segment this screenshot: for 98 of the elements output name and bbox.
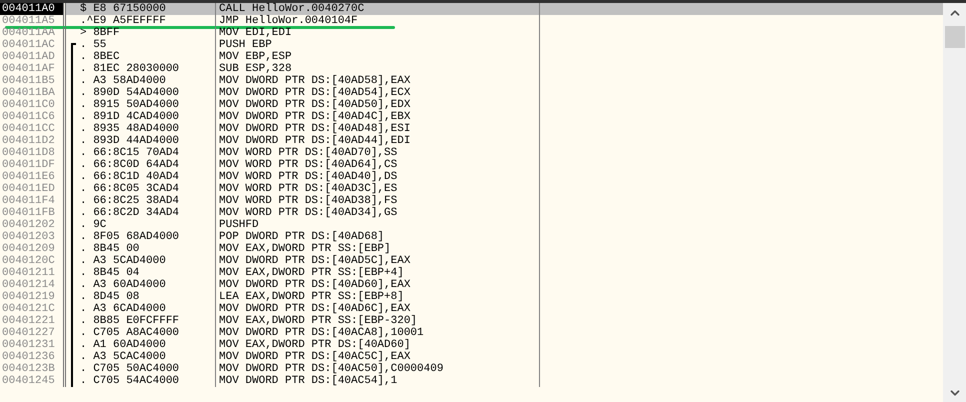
hex-cell: . 66:8C2D 34AD4 <box>80 207 180 219</box>
instruction-cell: MOV DWORD PTR DS:[40AD60],EAX <box>219 279 410 291</box>
hex-cell: . C705 A8AC4000 <box>80 327 180 339</box>
instruction-cell: MOV EAX,DWORD PTR DS:[40AD60] <box>219 339 410 351</box>
address-cell[interactable]: 004011C6 <box>0 111 63 123</box>
instruction-cell: MOV EAX,DWORD PTR SS:[EBP] <box>219 243 391 255</box>
hex-cell: . A3 5CAD4000 <box>80 255 166 267</box>
hex-cell: . 891D 4CAD4000 <box>80 111 180 123</box>
hex-cell: . 8F05 68AD4000 <box>80 231 180 243</box>
instruction-cell: CALL HelloWor.0040270C <box>219 3 364 15</box>
address-cell[interactable]: 0040123B <box>0 363 63 375</box>
address-cell[interactable]: 00401227 <box>0 327 63 339</box>
instruction-cell: MOV EDI,EDI <box>219 27 292 39</box>
hex-cell: . A3 58AD4000 <box>80 75 166 87</box>
instruction-cell: MOV DWORD PTR DS:[40AD5C],EAX <box>219 255 410 267</box>
instruction-cell: JMP HelloWor.0040104F <box>219 15 358 27</box>
address-cell[interactable]: 004011F4 <box>0 195 63 207</box>
address-cell[interactable]: 004011BA <box>0 87 63 99</box>
hex-cell: . 66:8C25 38AD4 <box>80 195 180 207</box>
instruction-cell: MOV DWORD PTR DS:[40AC50],C0000409 <box>219 363 444 375</box>
address-cell[interactable]: 00401211 <box>0 267 63 279</box>
address-cell[interactable]: 004011C0 <box>0 99 63 111</box>
address-cell[interactable]: 004011AD <box>0 51 63 63</box>
hex-cell: . 8BEC <box>80 51 120 63</box>
hex-cell: . 893D 44AD4000 <box>80 135 180 147</box>
address-cell[interactable]: 00401236 <box>0 351 63 363</box>
hex-cell: . 55 <box>80 39 106 51</box>
instruction-cell: PUSHFD <box>219 219 259 231</box>
instruction-cell: MOV EBP,ESP <box>219 51 292 63</box>
hex-cell: . 890D 54AD4000 <box>80 87 180 99</box>
address-cell[interactable]: 004011D2 <box>0 135 63 147</box>
address-cell[interactable]: 004011AA <box>0 27 63 39</box>
instruction-cell: MOV DWORD PTR DS:[40AD4C],EBX <box>219 111 410 123</box>
hex-cell: .^E9 A5FEFFFF <box>80 15 166 27</box>
hex-cell: . 66:8C1D 40AD4 <box>80 171 180 183</box>
hex-cell: . 8B45 00 <box>80 243 140 255</box>
instruction-cell: MOV EAX,DWORD PTR SS:[EBP+4] <box>219 267 404 279</box>
hex-cell: . 8915 50AD4000 <box>80 99 180 111</box>
hex-cell: . 8B85 E0FCFFFF <box>80 315 180 327</box>
instruction-cell: MOV DWORD PTR DS:[40AC5C],EAX <box>219 351 410 363</box>
hex-cell: > 8BFF <box>80 27 120 39</box>
address-cell[interactable]: 00401209 <box>0 243 63 255</box>
hex-cell: . 8935 48AD4000 <box>80 123 180 135</box>
address-cell[interactable]: 00401221 <box>0 315 63 327</box>
address-cell[interactable]: 00401245 <box>0 375 63 387</box>
address-cell[interactable]: 004011E6 <box>0 171 63 183</box>
instruction-cell: MOV WORD PTR DS:[40AD38],FS <box>219 195 398 207</box>
vertical-scrollbar[interactable] <box>943 3 966 402</box>
instruction-cell: LEA EAX,DWORD PTR SS:[EBP+8] <box>219 291 404 303</box>
address-cell[interactable]: 0040121C <box>0 303 63 315</box>
instruction-cell: MOV DWORD PTR DS:[40AD48],ESI <box>219 123 410 135</box>
address-cell[interactable]: 004011B5 <box>0 75 63 87</box>
instruction-cell: MOV WORD PTR DS:[40AD3C],ES <box>219 183 398 195</box>
hex-cell: . 66:8C05 3CAD4 <box>80 183 180 195</box>
hex-cell: $ E8 67150000 <box>80 3 166 15</box>
instruction-cell: MOV WORD PTR DS:[40AD34],GS <box>219 207 398 219</box>
hex-cell: . 81EC 28030000 <box>80 63 180 75</box>
hex-cell: . A3 60AD4000 <box>80 279 166 291</box>
instruction-cell: MOV DWORD PTR DS:[40AD54],ECX <box>219 87 410 99</box>
address-cell[interactable]: 004011FB <box>0 207 63 219</box>
instruction-cell: MOV DWORD PTR DS:[40AD6C],EAX <box>219 303 410 315</box>
address-cell[interactable]: 004011ED <box>0 183 63 195</box>
address-cell[interactable]: 004011AC <box>0 39 63 51</box>
hex-cell: . A3 6CAD4000 <box>80 303 166 315</box>
hex-cell: . C705 54AC4000 <box>80 375 180 387</box>
address-cell[interactable]: 00401219 <box>0 291 63 303</box>
address-cell[interactable]: 00401231 <box>0 339 63 351</box>
hex-cell: . 8D45 08 <box>80 291 140 303</box>
address-cell[interactable]: 004011CC <box>0 123 63 135</box>
address-cell[interactable]: 004011D8 <box>0 147 63 159</box>
hex-cell: . 9C <box>80 219 106 231</box>
instruction-cell: PUSH EBP <box>219 39 272 51</box>
hex-cell: . A1 60AD4000 <box>80 339 166 351</box>
instruction-cell: MOV EAX,DWORD PTR SS:[EBP-320] <box>219 315 418 327</box>
instruction-cell: MOV DWORD PTR DS:[40AD44],EDI <box>219 135 410 147</box>
hex-cell: . 66:8C0D 64AD4 <box>80 159 180 171</box>
instruction-cell: MOV WORD PTR DS:[40AD40],DS <box>219 171 398 183</box>
hex-cell: . A3 5CAC4000 <box>80 351 166 363</box>
instruction-cell: MOV WORD PTR DS:[40AD64],CS <box>219 159 398 171</box>
scrollbar-thumb[interactable] <box>944 26 964 48</box>
address-cell[interactable]: 004011DF <box>0 159 63 171</box>
hex-cell: . 8B45 04 <box>80 267 140 279</box>
instruction-cell: MOV DWORD PTR DS:[40ACA8],10001 <box>219 327 424 339</box>
address-cell[interactable]: 0040120C <box>0 255 63 267</box>
address-cell[interactable]: 004011A5 <box>0 15 63 27</box>
address-cell[interactable]: 004011AF <box>0 63 63 75</box>
instruction-cell: POP DWORD PTR DS:[40AD68] <box>219 231 384 243</box>
address-cell[interactable]: 004011A0 <box>0 3 63 15</box>
instruction-cell: MOV WORD PTR DS:[40AD70],SS <box>219 147 398 159</box>
instruction-cell: MOV DWORD PTR DS:[40AD58],EAX <box>219 75 410 87</box>
instruction-cell: MOV DWORD PTR DS:[40AD50],EDX <box>219 99 410 111</box>
address-cell[interactable]: 00401214 <box>0 279 63 291</box>
address-cell[interactable]: 00401202 <box>0 219 63 231</box>
hex-cell: . 66:8C15 70AD4 <box>80 147 180 159</box>
instruction-cell: MOV DWORD PTR DS:[40AC54],1 <box>219 375 398 387</box>
instruction-cell: SUB ESP,328 <box>219 63 292 75</box>
hex-cell: . C705 50AC4000 <box>80 363 180 375</box>
address-cell[interactable]: 00401203 <box>0 231 63 243</box>
